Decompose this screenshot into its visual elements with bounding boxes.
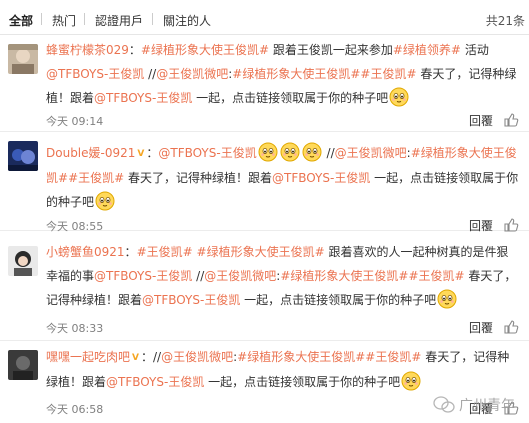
- comment-item: Double媛-0921 V ：@TFBOYS-王俊凯 //@王俊凯微吧:#绿植形象…: [0, 133, 529, 233]
- hashtag-link[interactable]: #王俊凯#: [408, 269, 464, 283]
- smile-emoji-icon: [301, 142, 323, 162]
- mention-link[interactable]: @TFBOYS-王俊凯: [46, 67, 144, 81]
- smile-emoji-icon: [257, 142, 279, 162]
- reply-button[interactable]: 回覆: [469, 112, 493, 129]
- avatar[interactable]: [8, 350, 38, 380]
- comment-username[interactable]: 蜂蜜柠檬茶029: [46, 43, 129, 57]
- smile-emoji-icon: [94, 191, 116, 211]
- wechat-icon: [433, 396, 455, 413]
- vip-badge-icon: V: [137, 149, 145, 159]
- like-icon[interactable]: [503, 319, 519, 335]
- mention-link[interactable]: @TFBOYS-王俊凯: [94, 91, 192, 105]
- comment-body-text: ：: [124, 245, 137, 259]
- comment-body-text: 一起，点击链接领取属于你的种子吧: [204, 375, 401, 389]
- comment-text: Double媛-0921 V ：@TFBOYS-王俊凯 //@王俊凯微吧:#绿植形象…: [46, 141, 519, 214]
- mention-link[interactable]: @TFBOYS-王俊凯: [106, 375, 204, 389]
- comment-body-text: 跟着王俊凯一起来参加: [269, 43, 393, 57]
- hashtag-link[interactable]: #绿植形象大使王俊凯#: [237, 350, 365, 364]
- comment-body-text: ：: [146, 146, 159, 160]
- comment-time: 今天 06:58: [46, 403, 104, 416]
- comment-username[interactable]: 嘿嘿一起吃肉吧: [46, 350, 130, 364]
- comment-body-text: //: [144, 67, 157, 81]
- avatar[interactable]: [8, 44, 38, 74]
- mention-link[interactable]: @王俊凯微吧: [156, 67, 228, 81]
- hashtag-link[interactable]: #绿植形象大使王俊凯#: [232, 67, 360, 81]
- mention-link[interactable]: @王俊凯微吧: [161, 350, 233, 364]
- mention-link[interactable]: @王俊凯微吧: [335, 146, 407, 160]
- avatar[interactable]: [8, 141, 38, 171]
- hashtag-link[interactable]: #绿植领养#: [393, 43, 461, 57]
- watermark-text: 广州青年: [459, 398, 515, 414]
- smile-emoji-icon: [400, 371, 422, 391]
- hashtag-link[interactable]: #绿植形象大使王俊凯#: [141, 43, 269, 57]
- reply-button[interactable]: 回覆: [469, 319, 493, 336]
- watermark: 广州青年: [433, 395, 515, 415]
- comment-body-text: 春天了，记得种绿植！跟着: [124, 171, 273, 185]
- tab-all[interactable]: 全部: [9, 12, 33, 29]
- total-count: 共21条: [485, 14, 525, 28]
- comment-text: 蜂蜜柠檬茶029：#绿植形象大使王俊凯# 跟着王俊凯一起来参加#绿植领养# 活动…: [46, 38, 519, 110]
- tab-verified-users[interactable]: 認證用戶: [95, 12, 143, 29]
- comment-body-text: //: [192, 269, 205, 283]
- avatar[interactable]: [8, 246, 38, 276]
- comment-body-text: 活动: [461, 43, 489, 57]
- hashtag-link[interactable]: #王俊凯#: [360, 67, 416, 81]
- comment-time: 今天 09:14: [46, 115, 104, 128]
- tab-divider: [152, 13, 153, 25]
- mention-link[interactable]: @TFBOYS-王俊凯: [272, 171, 370, 185]
- smile-emoji-icon: [279, 142, 301, 162]
- tab-following[interactable]: 關注的人: [163, 12, 211, 29]
- comment-filter-tabs: 全部 热门 認證用戶 關注的人 共21条: [0, 0, 529, 35]
- mention-link[interactable]: @TFBOYS-王俊凯: [158, 146, 256, 160]
- mention-link[interactable]: @王俊凯微吧: [204, 269, 276, 283]
- tab-hot[interactable]: 热门: [52, 12, 76, 29]
- like-icon[interactable]: [503, 217, 519, 233]
- hashtag-link[interactable]: #王俊凯#: [68, 171, 124, 185]
- comment-time: 今天 08:33: [46, 322, 104, 335]
- comment-body-text: 一起，点击链接领取属于你的种子吧: [240, 293, 437, 307]
- comment-body-text: //: [322, 146, 335, 160]
- smile-emoji-icon: [388, 87, 410, 107]
- smile-emoji-icon: [436, 289, 458, 309]
- comment-text: 小螃蟹鱼0921：#王俊凯# #绿植形象大使王俊凯# 跟着喜欢的人一起种树真的是…: [46, 240, 519, 312]
- hashtag-link[interactable]: #王俊凯#: [137, 245, 193, 259]
- tab-divider: [84, 13, 85, 25]
- comment-item: 小螃蟹鱼0921：#王俊凯# #绿植形象大使王俊凯# 跟着喜欢的人一起种树真的是…: [0, 232, 529, 341]
- mention-link[interactable]: @TFBOYS-王俊凯: [94, 269, 192, 283]
- comment-body-text: ：: [128, 43, 141, 57]
- comment-username[interactable]: Double媛-0921: [46, 146, 135, 160]
- hashtag-link[interactable]: #绿植形象大使王俊凯#: [197, 245, 325, 259]
- mention-link[interactable]: @TFBOYS-王俊凯: [142, 293, 240, 307]
- tab-divider: [41, 13, 42, 25]
- comment-body-text: ：//: [140, 350, 162, 364]
- hashtag-link[interactable]: #绿植形象大使王俊凯#: [280, 269, 408, 283]
- like-icon[interactable]: [503, 112, 519, 128]
- comment-username[interactable]: 小螃蟹鱼0921: [46, 245, 125, 259]
- vip-badge-icon: V: [132, 353, 139, 363]
- comment-body-text: 一起，点击链接领取属于你的种子吧: [192, 91, 389, 105]
- comment-item: 蜂蜜柠檬茶029：#绿植形象大使王俊凯# 跟着王俊凯一起来参加#绿植领养# 活动…: [0, 36, 529, 132]
- hashtag-link[interactable]: #王俊凯#: [365, 350, 421, 364]
- comment-text: 嘿嘿一起吃肉吧 V ：//@王俊凯微吧:#绿植形象大使王俊凯##王俊凯# 春天了，记…: [46, 345, 519, 394]
